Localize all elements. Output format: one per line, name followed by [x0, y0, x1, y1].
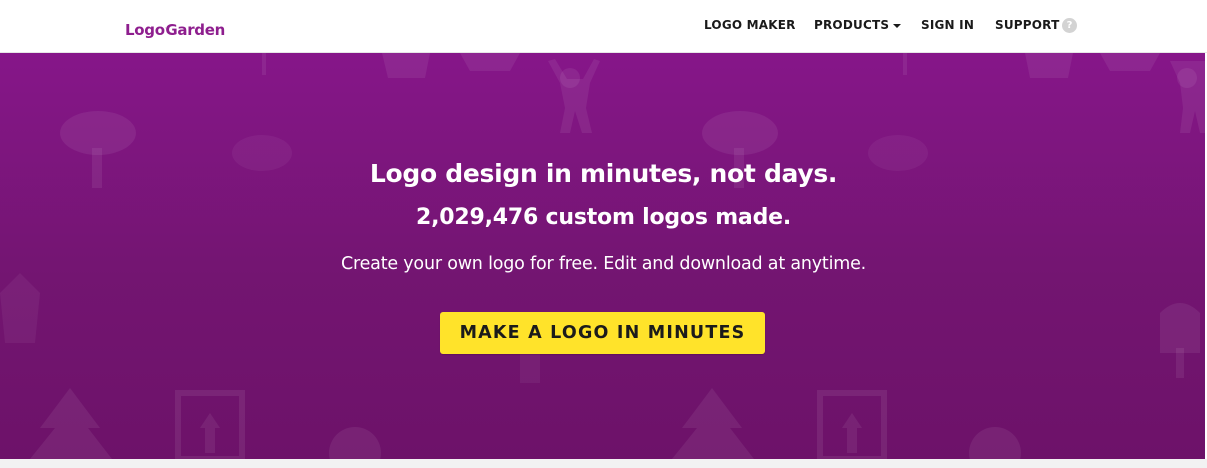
- main-nav: LOGO MAKER PRODUCTS SIGN IN SUPPORT ?: [0, 0, 1207, 52]
- nav-logo-maker[interactable]: LOGO MAKER: [704, 18, 796, 32]
- question-circle-icon[interactable]: ?: [1062, 18, 1077, 33]
- caret-down-icon: [893, 23, 902, 28]
- hero-tagline: Create your own logo for free. Edit and …: [340, 254, 867, 274]
- make-logo-button[interactable]: MAKE A LOGO IN MINUTES: [440, 312, 765, 354]
- nav-products-label: PRODUCTS: [814, 18, 890, 32]
- nav-support[interactable]: SUPPORT: [995, 18, 1059, 32]
- top-navbar: Logo Garden LOGO MAKER PRODUCTS SIGN IN …: [0, 0, 1207, 53]
- logo-counter: 2,029,476 custom logos made.: [415, 205, 791, 230]
- nav-sign-in[interactable]: SIGN IN: [921, 18, 974, 32]
- nav-products-dropdown[interactable]: PRODUCTS: [814, 18, 902, 32]
- hero-headline: Logo design in minutes, not days.: [369, 159, 838, 188]
- hero-content: Logo design in minutes, not days. 2,029,…: [0, 53, 1207, 459]
- hero-banner: Logo design in minutes, not days. 2,029,…: [0, 53, 1207, 459]
- content-divider: [0, 459, 1207, 468]
